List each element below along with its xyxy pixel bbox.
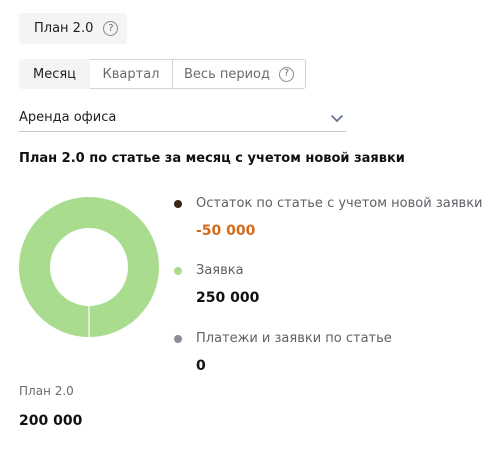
article-select[interactable]: Аренда офиса (19, 104, 346, 132)
legend-value: -50 000 (196, 223, 256, 239)
tab-month[interactable]: Месяц (19, 59, 90, 89)
section-title: План 2.0 по статье за месяц с учетом нов… (19, 151, 405, 166)
plan-chip-label: План 2.0 (34, 21, 94, 36)
plan-total-value: 200 000 (19, 413, 83, 429)
legend-item-payments: Платежи и заявки по статье 0 (174, 331, 494, 374)
legend-label: Платежи и заявки по статье (196, 331, 392, 346)
donut-slice (19, 197, 159, 337)
tab-whole-period[interactable]: Весь период ? (173, 59, 306, 89)
tab-month-label: Месяц (32, 66, 77, 82)
plan-chip: План 2.0 ? (19, 13, 127, 44)
legend-value: 0 (196, 358, 206, 374)
chevron-down-icon[interactable] (330, 111, 344, 125)
tab-quarter[interactable]: Квартал (90, 59, 173, 89)
tab-quarter-label: Квартал (102, 66, 160, 82)
article-select-value: Аренда офиса (19, 110, 117, 125)
legend-dot (174, 266, 182, 275)
legend-dot (174, 199, 182, 208)
legend-item-request: Заявка 250 000 (174, 263, 494, 306)
period-tabs: Месяц Квартал Весь период ? (19, 59, 306, 89)
legend-label: Заявка (196, 263, 244, 278)
help-icon[interactable]: ? (279, 66, 294, 82)
legend-label: Остаток по статье с учетом новой заявки (196, 196, 483, 211)
tab-whole-period-label: Весь период (184, 66, 270, 82)
help-icon[interactable]: ? (103, 21, 119, 36)
legend-dot (174, 334, 182, 343)
plan-total-label: План 2.0 (19, 384, 74, 398)
donut-chart (19, 197, 159, 337)
legend-item-remainder: Остаток по статье с учетом новой заявки … (174, 196, 494, 239)
legend-value: 250 000 (196, 290, 260, 306)
